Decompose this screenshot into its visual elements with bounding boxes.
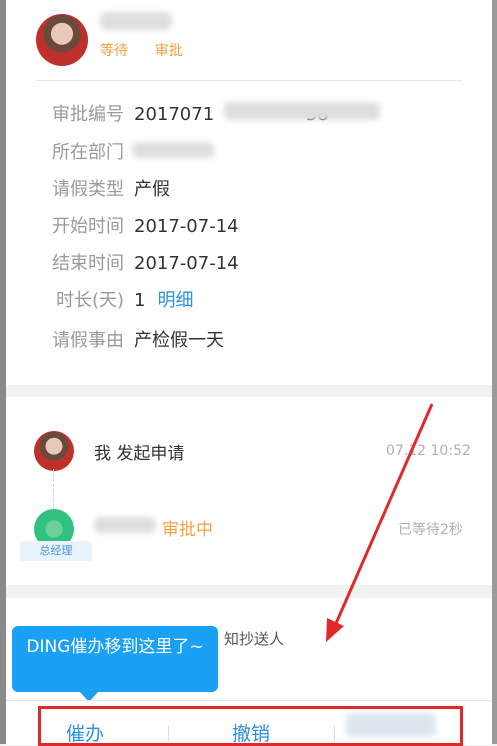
applicant-name-redacted: [100, 12, 172, 30]
flow-step-wait: 已等待2秒: [398, 522, 463, 538]
approver-name-redacted: [94, 517, 156, 533]
approval-status: 等待 审批: [100, 43, 183, 59]
detail-value: 产检假一天: [134, 330, 224, 351]
approver-role-badge: 总经理: [20, 541, 92, 561]
applicant-avatar[interactable]: [36, 14, 88, 66]
ding-tooltip[interactable]: DING催办移到这里了~: [12, 626, 218, 692]
approval-id-redacted: [224, 102, 380, 120]
detail-value: 产假: [134, 179, 170, 200]
detail-value: 2017-07-14: [134, 216, 239, 237]
detail-value: 1: [134, 290, 146, 311]
department-redacted: [132, 142, 214, 158]
detail-row-start: 开始时间 2017-07-14: [36, 212, 239, 238]
header-divider: [36, 80, 462, 81]
detail-label: 时长(天): [55, 290, 124, 311]
detail-row-department: 所在部门: [36, 138, 134, 164]
flow-step-initiated: 我 发起申请: [94, 444, 185, 464]
flow-step-time: 07.12 10:52: [386, 443, 471, 459]
detail-row-reason: 请假事由 产检假一天: [36, 326, 224, 352]
detail-label: 结束时间: [52, 253, 124, 274]
detail-label: 开始时间: [52, 216, 124, 237]
flow-step-status: 审批中: [162, 520, 213, 540]
detail-row-duration: 时长(天) 1 明细: [36, 286, 194, 312]
detail-label: 审批编号: [52, 104, 124, 125]
detail-row-end: 结束时间 2017-07-14: [36, 249, 239, 275]
approval-flow-card: 我 发起申请 07.12 10:52 审批中 已等待2秒 总经理: [6, 397, 492, 585]
highlight-box: [38, 706, 463, 746]
detail-label: 所在部门: [52, 142, 124, 163]
detail-row-leave-type: 请假类型 产假: [36, 175, 170, 201]
cc-label: 知抄送人: [224, 630, 285, 648]
detail-value: 2017-07-14: [134, 253, 239, 274]
duration-detail-link[interactable]: 明细: [157, 290, 193, 311]
initiator-avatar: [34, 431, 74, 471]
flow-connector: [53, 469, 54, 511]
approval-detail-card: 等待 审批 审批编号2017071 58 所在部门 请假类型产假 开始时间201…: [6, 0, 492, 385]
detail-label: 请假类型: [52, 179, 124, 200]
right-frame-edge: [492, 0, 497, 744]
detail-label: 请假事由: [52, 330, 124, 351]
